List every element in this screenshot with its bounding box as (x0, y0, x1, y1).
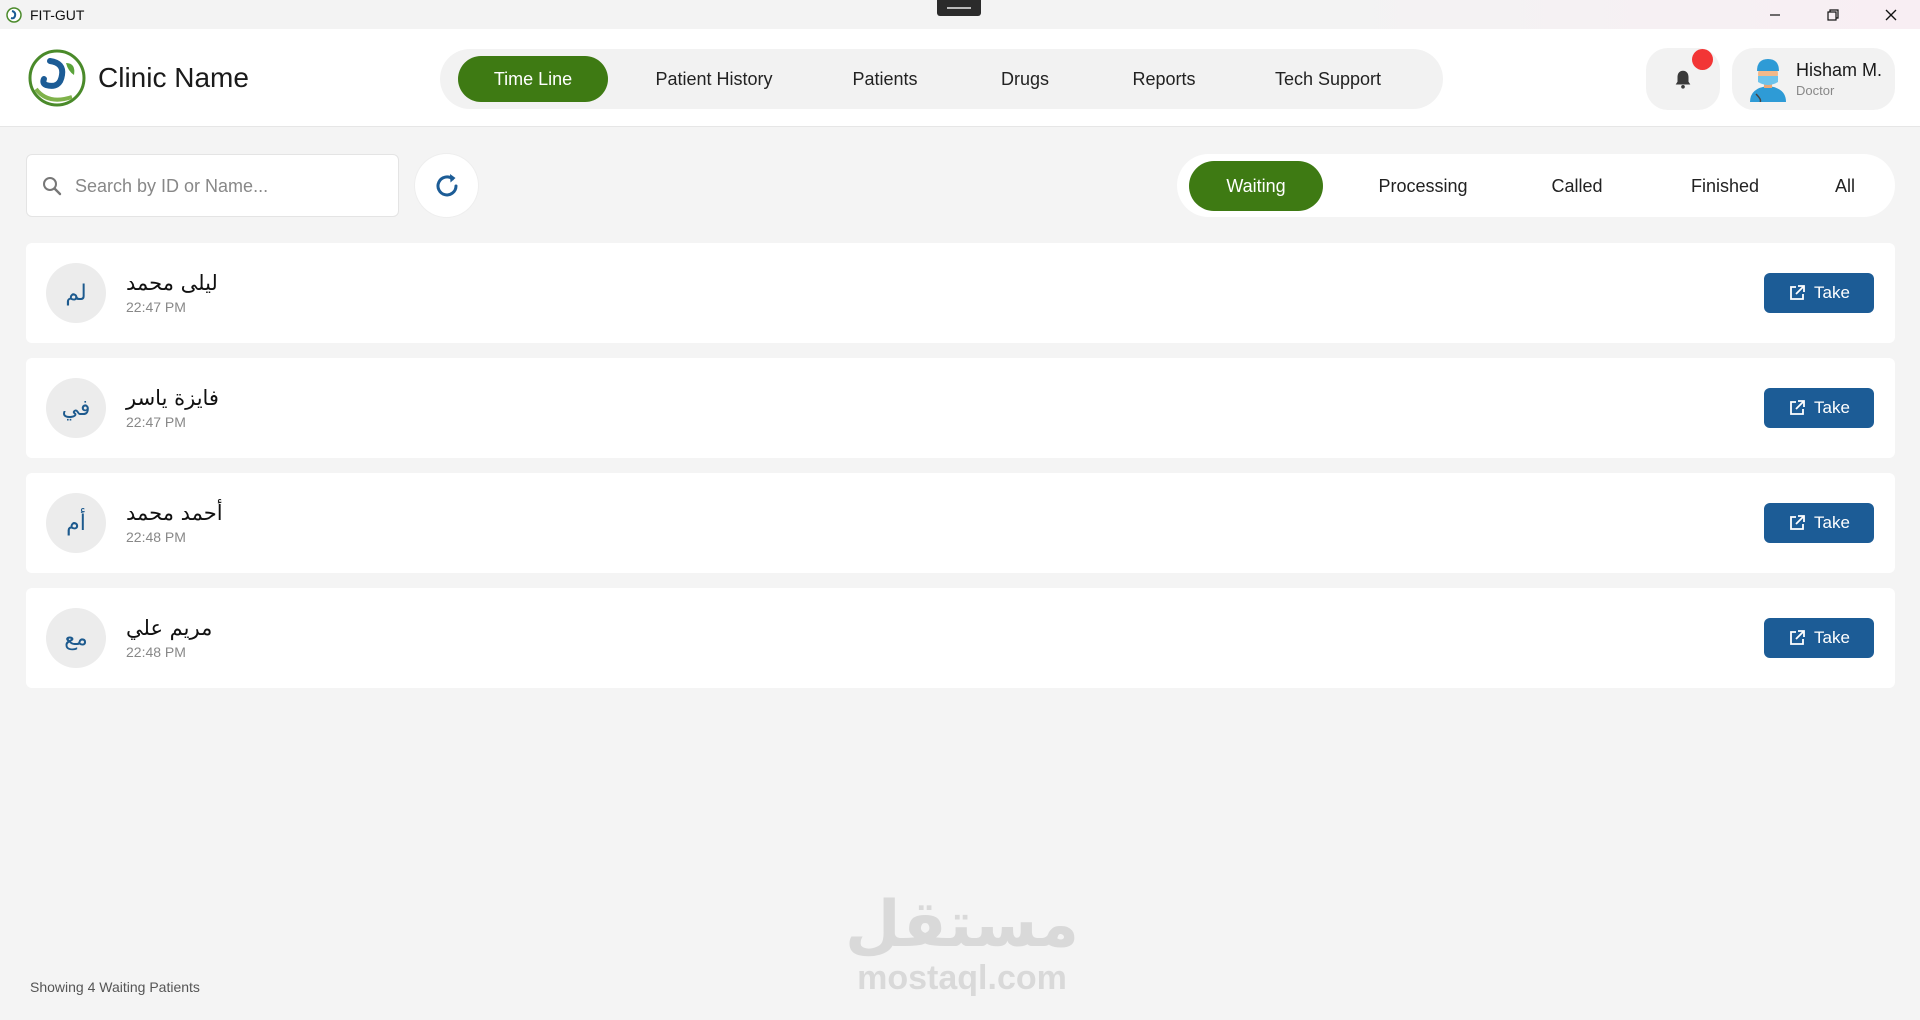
user-role: Doctor (1796, 83, 1835, 98)
nav-reports[interactable]: Reports (1104, 56, 1224, 102)
notification-badge (1692, 49, 1713, 70)
patient-time: 22:47 PM (126, 299, 186, 315)
user-name: Hisham M. (1796, 60, 1883, 80)
patient-row: أم أحمد محمد 22:48 PM Take (26, 473, 1895, 573)
nav-patient-history[interactable]: Patient History (630, 56, 798, 102)
take-button[interactable]: Take (1764, 273, 1874, 313)
brand[interactable]: Clinic Name (28, 49, 249, 107)
app-logo-icon (6, 6, 22, 23)
tab-called[interactable]: Called (1517, 161, 1637, 211)
doctor-avatar-icon (1750, 59, 1786, 102)
patient-name: فايزة ياسر (126, 386, 219, 410)
patient-time: 22:47 PM (126, 414, 186, 430)
bell-icon (1675, 70, 1691, 89)
tab-finished[interactable]: Finished (1655, 161, 1795, 211)
patient-avatar: أم (46, 493, 106, 553)
minimize-icon (1770, 13, 1780, 16)
take-button-label: Take (1814, 513, 1850, 532)
patient-row: في فايزة ياسر 22:47 PM Take (26, 358, 1895, 458)
patient-time: 22:48 PM (126, 644, 186, 660)
patient-avatar: مع (46, 608, 106, 668)
patient-avatar: في (46, 378, 106, 438)
take-button[interactable]: Take (1764, 388, 1874, 428)
window-title: FIT-GUT (30, 6, 85, 23)
patient-name: ليلى محمد (126, 271, 218, 295)
open-external-icon (1790, 285, 1805, 300)
drag-handle[interactable] (937, 0, 981, 16)
patient-row: لم ليلى محمد 22:47 PM Take (26, 243, 1895, 343)
search-icon (43, 177, 62, 196)
user-profile[interactable]: Hisham M. Doctor (1732, 48, 1895, 110)
watermark: مستقل mostaql.com (842, 890, 1082, 996)
open-external-icon (1790, 630, 1805, 645)
search-box (26, 154, 399, 217)
close-icon (1885, 9, 1897, 20)
take-button-label: Take (1814, 628, 1850, 647)
open-external-icon (1790, 400, 1805, 415)
tab-all[interactable]: All (1807, 161, 1883, 211)
patient-count-status: Showing 4 Waiting Patients (30, 979, 200, 995)
watermark-latin: mostaql.com (857, 959, 1067, 997)
restore-button[interactable] (1804, 0, 1862, 29)
search-input[interactable] (75, 165, 385, 207)
refresh-icon (436, 173, 457, 196)
nav-time-line[interactable]: Time Line (458, 56, 608, 102)
tab-processing[interactable]: Processing (1345, 161, 1501, 211)
clinic-logo-icon (28, 49, 86, 107)
restore-icon (1827, 8, 1839, 21)
minimize-button[interactable] (1746, 0, 1804, 29)
nav-patients[interactable]: Patients (820, 56, 950, 102)
nav-tech-support[interactable]: Tech Support (1248, 56, 1408, 102)
refresh-button[interactable] (415, 154, 478, 217)
tab-waiting[interactable]: Waiting (1189, 161, 1323, 211)
patient-name: أحمد محمد (126, 501, 223, 525)
patient-time: 22:48 PM (126, 529, 186, 545)
take-button-label: Take (1814, 283, 1850, 302)
take-button[interactable]: Take (1764, 503, 1874, 543)
patient-row: مع مريم علي 22:48 PM Take (26, 588, 1895, 688)
main-nav: Time Line Patient History Patients Drugs… (440, 49, 1443, 109)
app-header: Clinic Name Time Line Patient History Pa… (0, 29, 1920, 127)
nav-drugs[interactable]: Drugs (970, 56, 1080, 102)
status-filter-tabs: Waiting Processing Called Finished All (1177, 154, 1895, 217)
take-button-label: Take (1814, 398, 1850, 417)
close-button[interactable] (1862, 0, 1920, 29)
watermark-arabic: مستقل (844, 888, 1080, 962)
window-titlebar: FIT-GUT (0, 0, 1920, 29)
take-button[interactable]: Take (1764, 618, 1874, 658)
patient-name: مريم علي (126, 616, 213, 640)
clinic-name: Clinic Name (98, 62, 249, 93)
open-external-icon (1790, 515, 1805, 530)
patient-avatar: لم (46, 263, 106, 323)
